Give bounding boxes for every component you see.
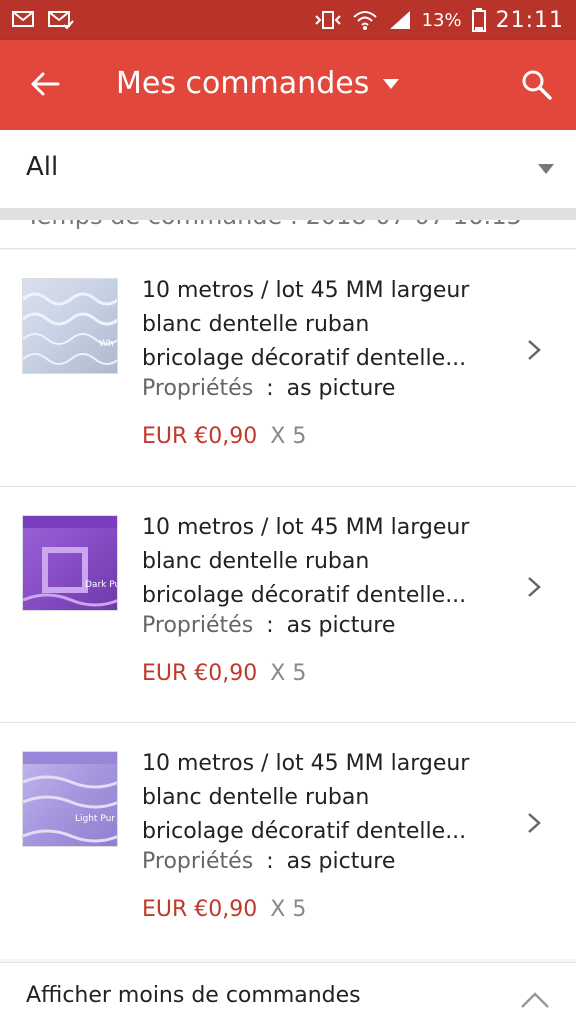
unit-price: EUR €0,90: [142, 424, 258, 449]
show-fewer-orders-button[interactable]: Afficher moins de commandes: [0, 962, 576, 1025]
product-name-line: bricolage décoratif dentelle...: [142, 819, 467, 844]
chevron-up-icon: [521, 992, 549, 1008]
mail-icon: [12, 11, 34, 27]
product-thumbnail: Light Pur: [22, 751, 118, 847]
chevron-right-icon: [528, 340, 541, 360]
unit-price: EUR €0,90: [142, 661, 258, 686]
order-time-text: Temps de commande : 2018-07-07 16:15: [26, 220, 522, 230]
caret-down-icon: [383, 78, 400, 89]
properties-label: Propriétés: [142, 849, 254, 874]
section-divider: [0, 208, 576, 220]
quantity: X 5: [270, 897, 307, 922]
thumbnail-caption: Wh: [99, 339, 114, 349]
caret-down-icon: [538, 164, 554, 174]
product-properties: Propriétés : as picture: [142, 376, 395, 401]
battery-percent: 13%: [421, 9, 462, 31]
product-thumbnail: Dark Pur: [22, 515, 118, 611]
clock: 21:11: [495, 7, 564, 33]
properties-label: Propriétés: [142, 613, 254, 638]
price-line: EUR €0,90 X 5: [142, 424, 306, 449]
price-line: EUR €0,90 X 5: [142, 897, 306, 922]
lace-pattern-image: [23, 752, 117, 843]
thumbnail-caption: Light Pur: [75, 814, 115, 824]
product-name: 10 metros / lot 45 MM largeur blanc dent…: [142, 747, 514, 849]
product-thumbnail: Wh: [22, 278, 118, 374]
signal-icon: [389, 11, 410, 29]
order-item[interactable]: Dark Pur 10 metros / lot 45 MM largeur b…: [0, 487, 576, 723]
status-right: 13% 21:11: [314, 8, 564, 33]
product-name-line: blanc dentelle ruban: [142, 549, 370, 574]
order-item[interactable]: Wh 10 metros / lot 45 MM largeur blanc d…: [0, 250, 576, 486]
product-properties: Propriétés : as picture: [142, 849, 395, 874]
vibrate-icon: [314, 11, 341, 29]
properties-separator: :: [266, 849, 274, 874]
order-item[interactable]: Light Pur 10 metros / lot 45 MM largeur …: [0, 723, 576, 959]
product-name: 10 metros / lot 45 MM largeur blanc dent…: [142, 274, 514, 376]
status-left: [12, 10, 74, 30]
product-name-line: bricolage décoratif dentelle...: [142, 583, 467, 608]
product-name-line: blanc dentelle ruban: [142, 312, 370, 337]
product-name-line: blanc dentelle ruban: [142, 785, 370, 810]
product-name-line: 10 metros / lot 45 MM largeur: [142, 751, 470, 776]
row-separator: [0, 248, 576, 249]
quantity: X 5: [270, 661, 307, 686]
app-bar: Mes commandes: [0, 40, 576, 130]
lace-pattern-image: [23, 516, 117, 607]
page-title: Mes commandes: [116, 66, 370, 101]
mail-check-icon: [48, 11, 74, 30]
chevron-right-icon: [528, 577, 541, 597]
properties-label: Propriétés: [142, 376, 254, 401]
price-line: EUR €0,90 X 5: [142, 661, 306, 686]
product-properties: Propriétés : as picture: [142, 613, 395, 638]
properties-value: as picture: [286, 376, 396, 401]
lace-pattern-image: [23, 292, 117, 365]
unit-price: EUR €0,90: [142, 897, 258, 922]
properties-value: as picture: [286, 613, 396, 638]
arrow-left-icon[interactable]: [28, 67, 62, 101]
properties-separator: :: [266, 613, 274, 638]
product-name-line: bricolage décoratif dentelle...: [142, 346, 467, 371]
order-time-row: Temps de commande : 2018-07-07 16:15: [0, 220, 576, 248]
wifi-icon: [352, 11, 377, 30]
order-filter-select[interactable]: All: [0, 130, 576, 208]
product-name-line: 10 metros / lot 45 MM largeur: [142, 278, 470, 303]
product-name-line: 10 metros / lot 45 MM largeur: [142, 515, 470, 540]
quantity: X 5: [270, 424, 307, 449]
chevron-right-icon: [528, 813, 541, 833]
title-dropdown[interactable]: Mes commandes: [116, 66, 400, 101]
product-name: 10 metros / lot 45 MM largeur blanc dent…: [142, 511, 514, 613]
status-bar: 13% 21:11: [0, 0, 576, 40]
properties-separator: :: [266, 376, 274, 401]
show-fewer-orders-label: Afficher moins de commandes: [26, 983, 361, 1008]
thumbnail-caption: Dark Pur: [85, 580, 117, 590]
properties-value: as picture: [286, 849, 396, 874]
search-icon[interactable]: [520, 68, 554, 102]
filter-selected-value: All: [26, 152, 59, 182]
battery-icon: [471, 8, 486, 32]
